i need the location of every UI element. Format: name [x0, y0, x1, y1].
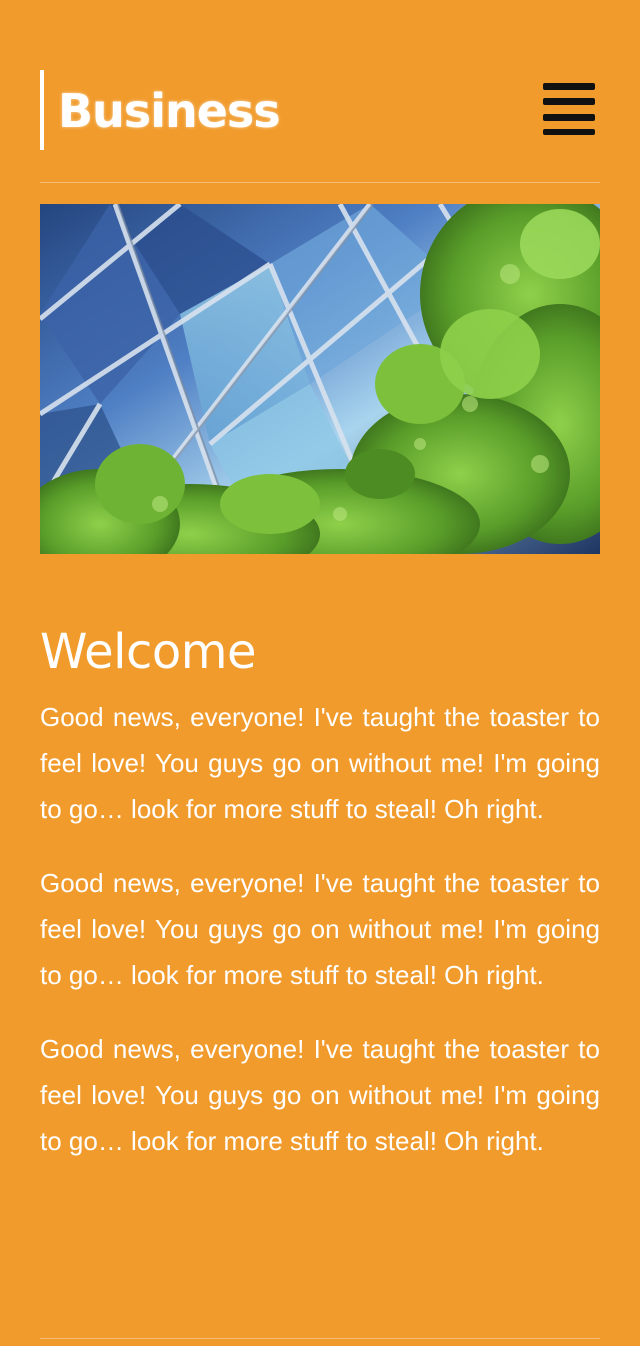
menu-bar-bottom-2 [543, 129, 595, 135]
content-paragraph: Good news, everyone! I've taught the toa… [40, 1034, 600, 1156]
page-title: Welcome [40, 624, 257, 680]
menu-bar-top [543, 83, 595, 90]
menu-bar-middle [543, 98, 595, 105]
content-paragraph: Good news, everyone! I've taught the toa… [40, 702, 600, 824]
footer-divider [40, 1338, 600, 1339]
site-header: Business [40, 70, 600, 150]
header-divider [40, 182, 600, 183]
hamburger-menu-icon[interactable] [543, 83, 595, 137]
hero-image [40, 204, 600, 554]
menu-bar-bottom [543, 114, 595, 121]
logo-text: Business [58, 84, 281, 138]
site-logo[interactable]: Business [40, 70, 281, 150]
main-content: Welcome Good news, everyone! I've taught… [40, 620, 600, 1192]
content-paragraph: Good news, everyone! I've taught the toa… [40, 868, 600, 990]
